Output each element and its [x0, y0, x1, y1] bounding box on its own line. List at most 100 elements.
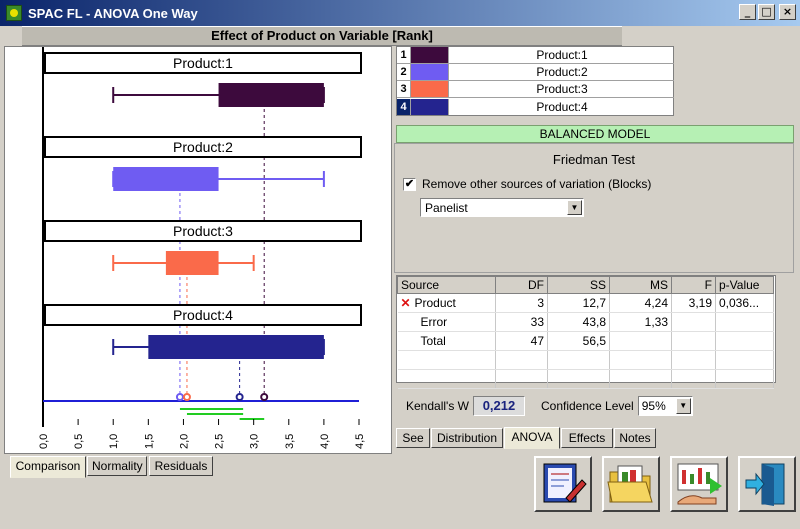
title-bar: SPAC FL - ANOVA One Way _ □ × — [0, 0, 800, 26]
report-icon — [543, 463, 587, 503]
minimize-button[interactable]: _ — [739, 4, 756, 20]
product-legend: 1 Product:1 2 Product:2 3 Product:3 4 Pr… — [396, 46, 675, 116]
tab-residuals[interactable]: Residuals — [149, 456, 213, 476]
tab-distribution[interactable]: Distribution — [431, 428, 503, 448]
x-tick-label: 4,5 — [354, 434, 366, 449]
legend-item[interactable]: 4 Product:4 — [397, 98, 675, 115]
legend-number: 1 — [397, 47, 411, 63]
tab-comparison[interactable]: Comparison — [10, 456, 86, 478]
x-tick-label: 3,5 — [284, 434, 296, 449]
ms-cell: 1,33 — [609, 312, 672, 332]
legend-label: Product:2 — [536, 65, 588, 79]
remove-sources-option[interactable]: ✔ Remove other sources of variation (Blo… — [403, 177, 651, 191]
box — [148, 335, 324, 359]
box — [165, 251, 219, 275]
df-cell: 47 — [495, 331, 548, 351]
block-select-value: Panelist — [425, 201, 468, 215]
window-title: SPAC FL - ANOVA One Way — [28, 5, 198, 21]
box — [113, 167, 219, 191]
legend-item[interactable]: 3 Product:3 — [397, 81, 675, 98]
table-scroll-area — [776, 275, 794, 383]
df-cell: 3 — [495, 293, 548, 313]
legend-label: Product:3 — [536, 82, 588, 96]
significant-cross-icon: ✕ — [400, 296, 411, 310]
source-name: Total — [420, 334, 446, 348]
maximize-button[interactable]: □ — [758, 4, 775, 20]
column-header-df[interactable]: DF — [495, 276, 548, 294]
close-button[interactable]: × — [779, 4, 796, 20]
table-row[interactable]: Total 47 56,5 — [397, 331, 774, 351]
legend-item[interactable]: 1 Product:1 — [397, 47, 675, 64]
test-name: Friedman Test — [552, 152, 636, 167]
mean-marker — [175, 393, 184, 401]
source-cell: Error — [397, 312, 496, 332]
f-cell: 3,19 — [671, 293, 716, 313]
source-cell: ✕ Product — [397, 293, 496, 313]
legend-background — [674, 46, 798, 116]
x-tick-label: 1,0 — [108, 434, 120, 449]
block-select[interactable]: Panelist ▼ — [420, 198, 584, 217]
kendall-value: 0,212 — [472, 396, 525, 416]
box — [218, 83, 324, 107]
table-row — [397, 350, 774, 370]
legend-swatch — [411, 47, 449, 63]
legend-swatch — [411, 81, 449, 97]
confidence-select[interactable]: 95% ▼ — [637, 396, 693, 416]
tab-see[interactable]: See — [396, 428, 430, 448]
x-tick-label: 2,5 — [214, 434, 226, 449]
tab-anova[interactable]: ANOVA — [504, 427, 560, 449]
x-tick-label: 0,5 — [73, 434, 85, 449]
tab-normality[interactable]: Normality — [87, 456, 147, 476]
product-label: Product:1 — [173, 55, 233, 71]
tab-effects[interactable]: Effects — [561, 428, 613, 448]
ss-cell: 12,7 — [547, 293, 610, 313]
ss-cell: 43,8 — [547, 312, 610, 332]
chevron-down-icon[interactable]: ▼ — [567, 200, 582, 215]
ms-cell: 4,24 — [609, 293, 672, 313]
table-row[interactable]: Error 33 43,8 1,33 — [397, 312, 774, 332]
column-header-p-value[interactable]: p-Value — [715, 276, 774, 294]
report-button[interactable] — [534, 456, 592, 512]
kendall-label: Kendall's W — [406, 399, 469, 413]
source-name: Error — [420, 315, 448, 329]
open-button[interactable] — [602, 456, 660, 512]
column-header-ms[interactable]: MS — [609, 276, 672, 294]
legend-label: Product:1 — [536, 48, 588, 62]
x-tick-label: 2,0 — [178, 434, 190, 449]
app-icon — [6, 5, 22, 21]
analysis-button[interactable] — [670, 456, 728, 512]
product-label: Product:3 — [173, 223, 233, 239]
legend-number: 4 — [397, 98, 411, 115]
box-plot-chart: Product:1 Product:2 Product:3 Product:4 0,0 0… — [38, 47, 366, 449]
exit-button[interactable] — [738, 456, 796, 512]
product-label: Product:2 — [173, 139, 233, 155]
column-header-f[interactable]: F — [671, 276, 716, 294]
x-tick-label: 0,0 — [38, 434, 50, 449]
legend-swatch — [411, 64, 449, 80]
legend-swatch — [411, 98, 449, 115]
product-label: Product:4 — [173, 307, 233, 323]
remove-sources-label: Remove other sources of variation (Block… — [422, 177, 652, 191]
f-cell — [671, 331, 716, 351]
legend-label: Product:4 — [536, 99, 588, 114]
x-tick-label: 3,0 — [249, 434, 261, 449]
confidence-value: 95% — [641, 399, 666, 413]
anova-table: Source DF SS MS F p-Value ✕ Product 3 12,… — [396, 275, 776, 389]
confidence-label: Confidence Level — [540, 399, 634, 413]
chevron-down-icon[interactable]: ▼ — [675, 398, 691, 414]
p-value-cell — [715, 312, 774, 332]
mean-marker — [235, 393, 244, 401]
ss-cell: 56,5 — [547, 331, 610, 351]
remove-sources-checkbox[interactable]: ✔ — [403, 177, 416, 191]
chart-title: Effect of Product on Variable [Rank] — [22, 26, 622, 46]
column-header-source[interactable]: Source — [397, 276, 496, 294]
legend-number: 2 — [397, 64, 411, 80]
box-plot-panel: Product:1 Product:2 Product:3 Product:4 0,0 0… — [4, 46, 392, 454]
column-header-ss[interactable]: SS — [547, 276, 610, 294]
x-tick-label: 4,0 — [319, 434, 331, 449]
tab-notes[interactable]: Notes — [614, 428, 656, 448]
source-cell: Total — [397, 331, 496, 351]
mean-marker — [260, 393, 269, 401]
table-row[interactable]: ✕ Product 3 12,7 4,24 3,19 0,036... — [397, 293, 774, 313]
legend-item[interactable]: 2 Product:2 — [397, 64, 675, 81]
